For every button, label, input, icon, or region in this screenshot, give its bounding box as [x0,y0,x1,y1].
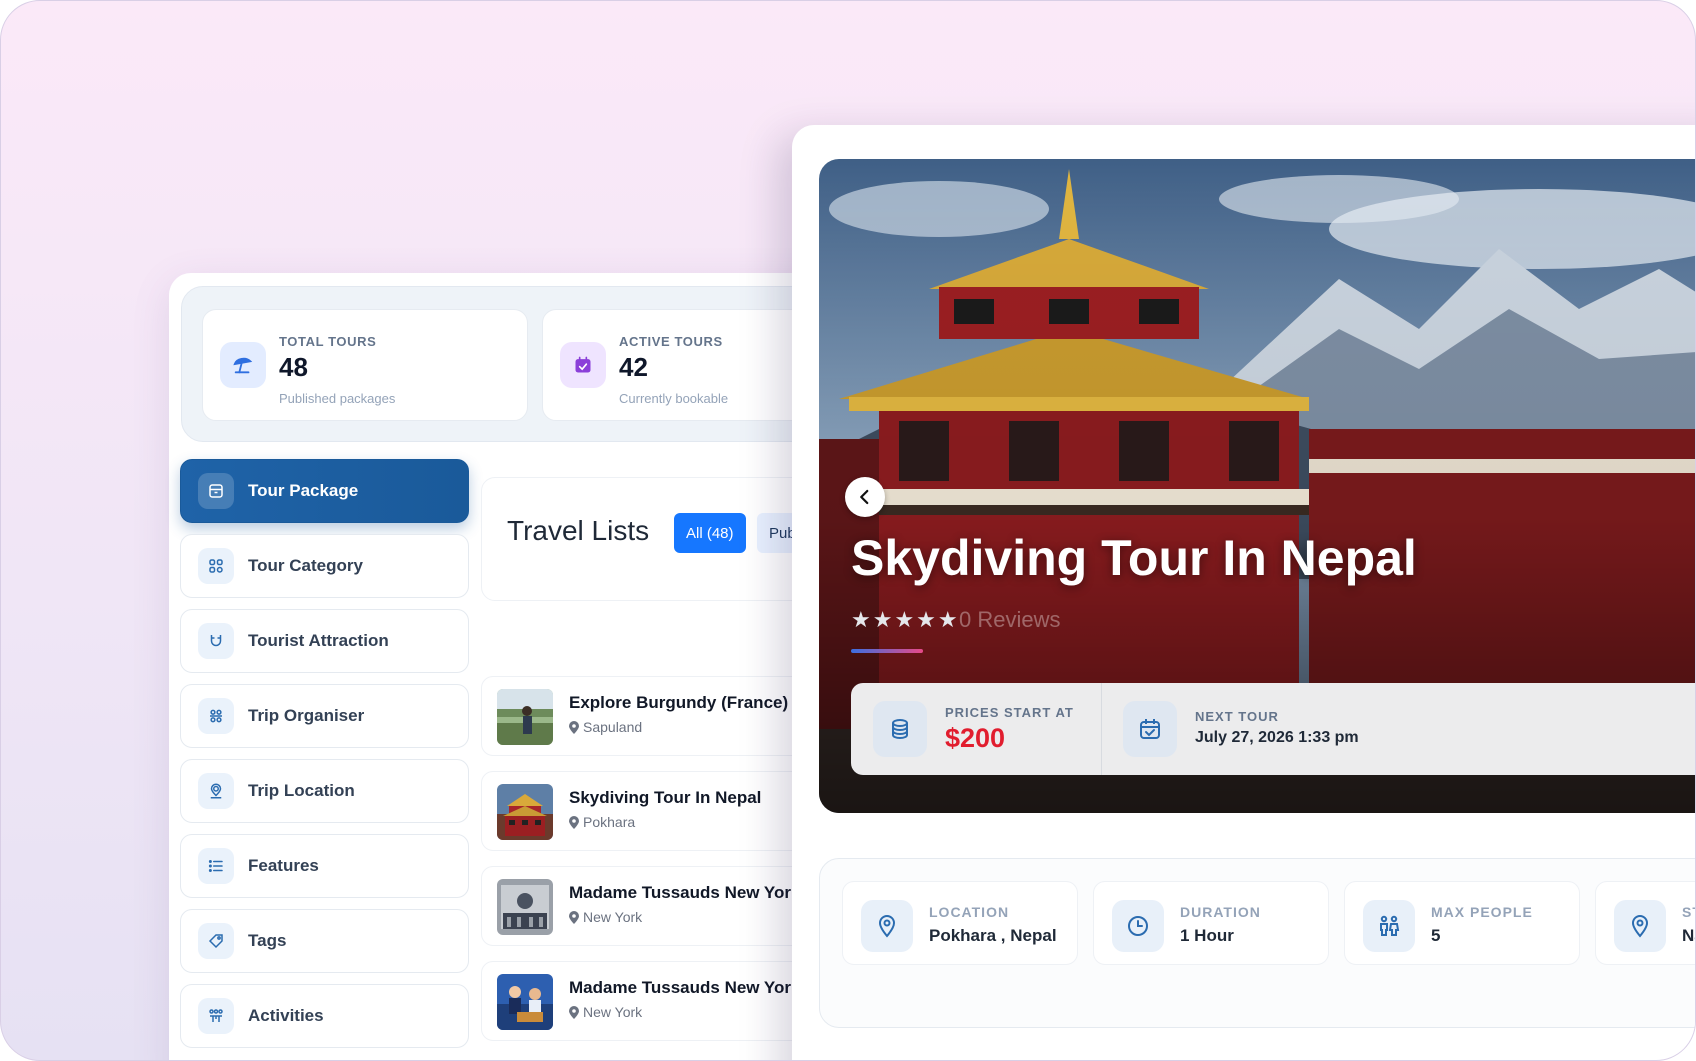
stat-subtext: Currently bookable [619,391,729,406]
stats-section: TOTAL TOURS 48 Published packages ACTIVE… [181,286,881,442]
stat-subtext: Published packages [279,391,396,406]
sidebar-item-label: Tour Category [248,556,363,575]
list-item-title: Madame Tussauds New York [569,883,801,902]
price-value: $200 [945,723,1006,753]
category-grid-icon [198,548,234,584]
clock-icon [1112,900,1164,952]
package-icon [198,473,234,509]
organiser-icon [198,698,234,734]
tour-detail-panel: Skydiving Tour In Nepal ★★★★★ 0 Reviews … [792,125,1695,1060]
stat-label: ACTIVE TOURS [619,334,723,349]
info-card-max-people: MAX PEOPLE 5 [1344,881,1580,965]
sidebar-item-tour-category[interactable]: Tour Category [180,534,469,598]
list-item-location: New York [569,1004,642,1020]
magnet-icon [198,623,234,659]
sidebar-item-features[interactable]: Features [180,834,469,898]
info-card-duration: DURATION 1 Hour [1093,881,1329,965]
accent-divider [851,649,923,653]
stat-label: TOTAL TOURS [279,334,377,349]
tour-thumbnail [497,974,553,1030]
stat-card-total-tours: TOTAL TOURS 48 Published packages [202,309,528,421]
info-card-location: LOCATION Pokhara , Nepal [842,881,1078,965]
sidebar-item-label: Trip Organiser [248,706,365,725]
info-value: Pokhara , Nepal [929,926,1057,945]
review-count[interactable]: 0 Reviews [959,607,1060,633]
list-icon [198,848,234,884]
coins-icon [873,701,927,757]
tour-thumbnail [497,784,553,840]
sidebar-item-tourist-attraction[interactable]: Tourist Attraction [180,609,469,673]
sidebar-item-label: Features [248,856,319,875]
list-item-location: New York [569,909,642,925]
sidebar-item-trip-location[interactable]: Trip Location [180,759,469,823]
sidebar-item-label: Activities [248,1006,324,1025]
tour-title: Skydiving Tour In Nepal [851,530,1417,586]
location-text: Sapuland [583,719,643,735]
next-tour-label: NEXT TOUR [1195,709,1279,724]
sidebar-item-label: Tourist Attraction [248,631,389,650]
info-value: Na [1682,926,1695,945]
sidebar-item-activities[interactable]: Activities [180,984,469,1048]
list-item-location: Pokhara [569,814,635,830]
info-card-status: ST Na [1595,881,1695,965]
location-pin-icon [569,910,579,924]
travel-lists-title: Travel Lists [507,515,650,546]
price-panel: PRICES START AT $200 NEXT TOUR July 27, … [851,683,1695,775]
sidebar-item-tags[interactable]: Tags [180,909,469,973]
location-pin-icon [569,1005,579,1019]
location-pin-icon [198,773,234,809]
tour-thumbnail [497,689,553,745]
filter-all-button[interactable]: All (48) [674,513,746,553]
stat-value: 48 [279,352,308,382]
location-pin-icon [569,720,579,734]
beach-umbrella-icon [220,342,266,388]
sidebar-item-tour-package[interactable]: Tour Package [180,459,469,523]
hero-image: Skydiving Tour In Nepal ★★★★★ 0 Reviews … [819,159,1695,813]
info-label: DURATION [1180,904,1261,920]
tour-thumbnail [497,879,553,935]
info-value: 1 Hour [1180,926,1234,945]
dashboard-panel: TOTAL TOURS 48 Published packages ACTIVE… [169,273,881,1060]
sidebar-item-trip-organiser[interactable]: Trip Organiser [180,684,469,748]
previous-button[interactable] [845,477,885,517]
list-item-title: Skydiving Tour In Nepal [569,788,762,807]
activities-icon [198,998,234,1034]
info-label: ST [1682,904,1695,920]
tag-icon [198,923,234,959]
stat-value: 42 [619,352,648,382]
list-item-title: Explore Burgundy (France) [569,693,789,712]
people-icon [1363,900,1415,952]
sidebar-item-label: Tags [248,931,287,950]
sidebar-item-label: Tour Package [248,481,359,500]
location-text: New York [583,1004,643,1020]
next-tour-value: July 27, 2026 1:33 pm [1195,729,1359,746]
sidebar-item-label: Trip Location [248,781,355,800]
app-background: TOTAL TOURS 48 Published packages ACTIVE… [0,0,1696,1061]
divider [1101,683,1102,775]
info-label: LOCATION [929,904,1010,920]
calendar-icon [1123,701,1177,757]
location-text: Pokhara [583,814,636,830]
calendar-check-icon [560,342,606,388]
list-item-location: Sapuland [569,719,642,735]
map-pin-icon [861,900,913,952]
info-label: MAX PEOPLE [1431,904,1533,920]
location-pin-icon [569,815,579,829]
location-text: New York [583,909,643,925]
info-value: 5 [1431,926,1441,945]
rating-stars: ★★★★★ [851,607,960,632]
chevron-left-icon [860,489,869,505]
price-label: PRICES START AT [945,705,1074,720]
tour-info-section: LOCATION Pokhara , Nepal DURATION 1 Hour… [819,858,1695,1028]
list-item-title: Madame Tussauds New York [569,978,801,997]
map-pin-icon [1614,900,1666,952]
